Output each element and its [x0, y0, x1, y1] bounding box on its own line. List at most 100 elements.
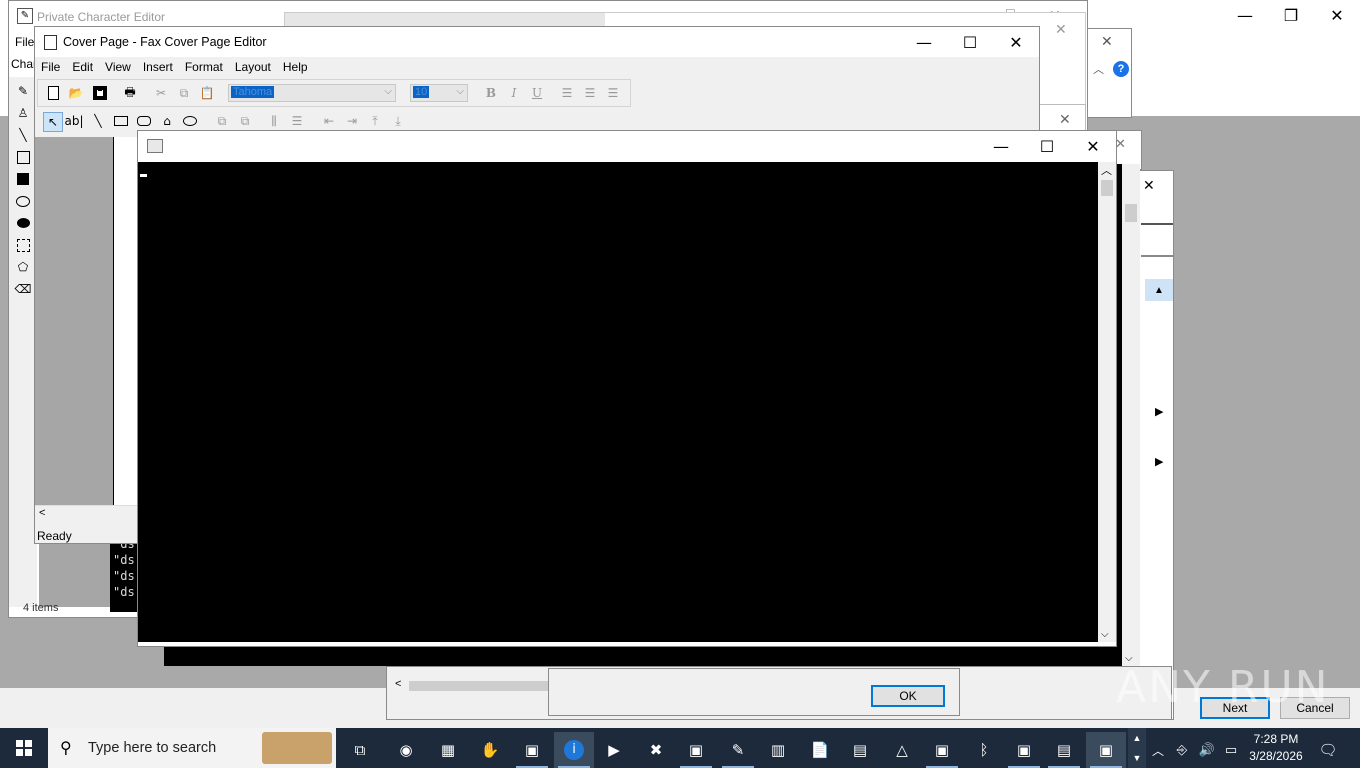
taskbar-app-10[interactable]: ▣: [922, 732, 962, 768]
task-view-icon[interactable]: ⧉: [340, 732, 380, 768]
close-icon[interactable]: ✕: [1055, 21, 1067, 38]
network-icon[interactable]: ⎆: [1172, 732, 1192, 768]
eraser-tool-icon[interactable]: ⌫: [15, 281, 32, 297]
chevron-down-icon[interactable]: ⌵: [1101, 629, 1109, 640]
fax-maximize-button[interactable]: ☐: [947, 27, 993, 57]
ellipse-outline-tool-icon[interactable]: [15, 193, 31, 209]
font-name-select[interactable]: Tahoma ⌵: [228, 84, 396, 102]
rectangle-tool-icon[interactable]: [112, 112, 130, 130]
open-folder-icon[interactable]: 📂: [67, 84, 85, 102]
italic-icon[interactable]: I: [505, 84, 523, 102]
chevron-down-icon[interactable]: ⌵: [456, 86, 464, 97]
menu-help[interactable]: Help: [283, 60, 308, 74]
ok-button[interactable]: OK: [871, 685, 945, 707]
search-box[interactable]: ⚲ Type here to search: [48, 728, 336, 768]
close-icon[interactable]: ✕: [1143, 177, 1155, 194]
polygon-tool-icon[interactable]: ⌂: [158, 112, 176, 130]
cut-icon[interactable]: ✂: [152, 84, 170, 102]
notification-icon[interactable]: 🗨: [1310, 732, 1346, 768]
scroll-thumb[interactable]: [409, 681, 549, 691]
taskbar-app-media[interactable]: ▶: [594, 732, 634, 768]
taskbar-app-13[interactable]: ▣: [1086, 732, 1126, 768]
paste-icon[interactable]: 📋: [198, 84, 216, 102]
rect-outline-tool-icon[interactable]: [15, 149, 31, 165]
taskbar-app-pencil[interactable]: ✎: [718, 732, 758, 768]
new-icon[interactable]: [44, 84, 62, 102]
bg-close-button[interactable]: ✕: [1314, 0, 1360, 30]
freeform-select-tool-icon[interactable]: ⬠: [15, 259, 31, 275]
close-icon[interactable]: ✕: [1101, 33, 1113, 50]
ellipse-filled-tool-icon[interactable]: [15, 215, 31, 231]
taskbar-app-1[interactable]: ◉: [386, 732, 426, 768]
taskbar-app-11[interactable]: ▣: [1004, 732, 1044, 768]
pce-menu-file[interactable]: File: [15, 35, 34, 49]
underline-icon[interactable]: U: [528, 84, 546, 102]
help-icon[interactable]: ?: [1113, 61, 1129, 77]
rounded-rect-tool-icon[interactable]: [135, 112, 153, 130]
scroll-up-button[interactable]: ▲: [1145, 279, 1173, 301]
line-tool-icon[interactable]: ╲: [89, 112, 107, 130]
menu-view[interactable]: View: [105, 60, 131, 74]
copy-icon[interactable]: ⧉: [175, 84, 193, 102]
taskbar-overflow[interactable]: ▲ ▼: [1128, 728, 1146, 768]
taskbar-app-3[interactable]: ✋: [470, 732, 510, 768]
console-screen[interactable]: [138, 162, 1098, 642]
taskbar-app-12[interactable]: ▤: [1044, 732, 1084, 768]
volume-icon[interactable]: 🔊: [1196, 732, 1218, 768]
display-icon[interactable]: ▭: [1220, 732, 1242, 768]
console-back-vscroll[interactable]: ⌵: [1122, 164, 1140, 666]
console-close-button[interactable]: ✕: [1070, 131, 1116, 161]
text-tool-icon[interactable]: ab|: [65, 112, 84, 130]
taskbar-app-7[interactable]: 📄: [800, 732, 840, 768]
chevron-right-icon[interactable]: ▶: [1155, 405, 1163, 418]
menu-layout[interactable]: Layout: [235, 60, 271, 74]
clock[interactable]: 7:28 PM 3/28/2026: [1244, 730, 1308, 766]
space-across-icon[interactable]: ⫼: [265, 112, 283, 130]
chevron-up-icon[interactable]: ︿: [1101, 162, 1112, 178]
pointer-tool-icon[interactable]: ↖: [43, 112, 63, 132]
taskbar-app-info[interactable]: i: [554, 732, 594, 768]
start-button[interactable]: [4, 728, 44, 768]
chevron-up-icon[interactable]: ︿: [1093, 61, 1104, 77]
fax-minimize-button[interactable]: —: [901, 27, 947, 57]
bg-maximize-button[interactable]: ❐: [1268, 0, 1314, 30]
fax-close-button[interactable]: ✕: [993, 27, 1039, 57]
menu-edit[interactable]: Edit: [72, 60, 93, 74]
taskbar-app-4[interactable]: ▣: [512, 732, 552, 768]
menu-insert[interactable]: Insert: [143, 60, 173, 74]
scroll-thumb[interactable]: [1101, 180, 1113, 196]
align-rights-icon[interactable]: ⇥: [343, 112, 361, 130]
menu-file[interactable]: File: [41, 60, 60, 74]
chevron-down-icon[interactable]: ⌵: [384, 86, 392, 97]
chevron-left-icon[interactable]: <: [39, 507, 45, 519]
print-icon[interactable]: 🖶: [121, 84, 139, 102]
scroll-thumb[interactable]: [1125, 204, 1137, 222]
pencil-tool-icon[interactable]: ✎: [15, 83, 31, 99]
taskbar-app-x[interactable]: ✖: [636, 732, 676, 768]
console-vscroll[interactable]: ︿ ⌵: [1098, 162, 1116, 642]
taskbar-app-8[interactable]: ▤: [840, 732, 880, 768]
taskbar-app-9[interactable]: △: [882, 732, 922, 768]
font-size-select[interactable]: 10 ⌵: [410, 84, 468, 102]
dialog-hscroll[interactable]: <: [391, 677, 551, 695]
align-center-icon[interactable]: ☰: [581, 84, 599, 102]
chevron-up-icon[interactable]: ︿: [1148, 732, 1168, 768]
console-maximize-button[interactable]: ☐: [1024, 131, 1070, 161]
rect-select-tool-icon[interactable]: [15, 237, 31, 253]
align-bottoms-icon[interactable]: ⤓: [389, 112, 407, 130]
save-icon[interactable]: [91, 84, 109, 102]
line-tool-icon[interactable]: ╲: [15, 127, 31, 143]
taskbar-app-5[interactable]: ▣: [676, 732, 716, 768]
bring-forward-icon[interactable]: ⧉: [213, 112, 231, 130]
fax-hscroll[interactable]: <: [35, 505, 139, 523]
ellipse-tool-icon[interactable]: [181, 112, 199, 130]
send-backward-icon[interactable]: ⧉: [236, 112, 254, 130]
taskbar-app-6[interactable]: ▥: [758, 732, 798, 768]
chevron-right-icon[interactable]: ▶: [1155, 455, 1163, 468]
space-down-icon[interactable]: ☰: [288, 112, 306, 130]
chevron-left-icon[interactable]: <: [395, 678, 401, 690]
bluetooth-icon[interactable]: ᛒ: [964, 732, 1004, 768]
align-lefts-icon[interactable]: ⇤: [320, 112, 338, 130]
close-icon[interactable]: ✕: [1059, 111, 1071, 128]
console-minimize-button[interactable]: —: [978, 131, 1024, 161]
